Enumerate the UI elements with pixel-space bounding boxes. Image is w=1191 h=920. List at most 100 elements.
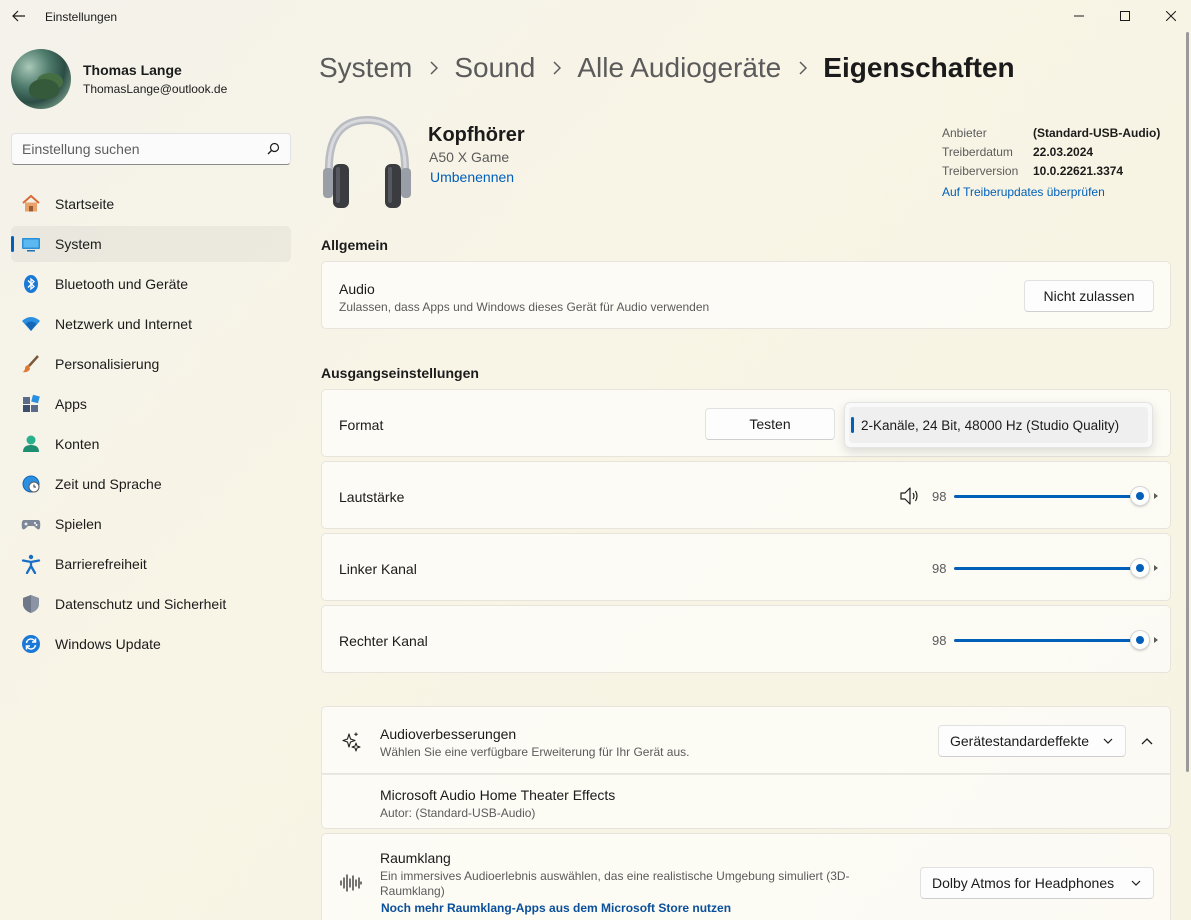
- enhancements-dropdown-value: Gerätestandardeffekte: [950, 733, 1090, 749]
- profile-name: Thomas Lange: [83, 62, 182, 78]
- driver-date-label: Treiberdatum: [942, 145, 1013, 159]
- sidebar-item-system[interactable]: System: [11, 226, 291, 262]
- volume-value: 98: [932, 489, 947, 504]
- chevron-down-icon: [1131, 880, 1141, 886]
- app-title: Einstellungen: [45, 10, 118, 24]
- format-dropdown-list: 2-Kanäle, 24 Bit, 48000 Hz (Studio Quali…: [844, 402, 1153, 448]
- left-channel-card: Linker Kanal 98: [321, 533, 1171, 601]
- section-general-title: Allgemein: [321, 237, 388, 253]
- page-title: Eigenschaften: [823, 52, 1015, 83]
- test-button[interactable]: Testen: [705, 408, 835, 440]
- sidebar-item-apps[interactable]: Apps: [11, 386, 291, 422]
- wifi-icon: [21, 314, 41, 334]
- sidebar-item-startseite[interactable]: Startseite: [11, 186, 291, 222]
- breadcrumb: System Sound Alle Audiogeräte Eigenschaf…: [319, 50, 1015, 86]
- sidebar-item-datenschutz[interactable]: Datenschutz und Sicherheit: [11, 586, 291, 622]
- globe-clock-icon: [21, 474, 41, 494]
- back-button[interactable]: [6, 4, 32, 28]
- maximize-icon: [1120, 11, 1130, 21]
- sidebar-item-konten[interactable]: Konten: [11, 426, 291, 462]
- rename-link[interactable]: Umbenennen: [430, 169, 514, 185]
- format-option-label: 2-Kanäle, 24 Bit, 48000 Hz (Studio Quali…: [861, 418, 1120, 433]
- slider-end-arrow-icon: [1154, 493, 1158, 499]
- spatial-subtitle-line2: Raumklang): [380, 884, 445, 898]
- spatial-dropdown[interactable]: Dolby Atmos for Headphones: [920, 867, 1154, 899]
- close-button[interactable]: [1148, 0, 1191, 32]
- slider-thumb[interactable]: [1130, 558, 1150, 578]
- chevron-right-icon: [799, 61, 808, 75]
- collapse-button[interactable]: [1134, 731, 1160, 751]
- speaker-icon[interactable]: [899, 486, 921, 506]
- breadcrumb-audio-devices[interactable]: Alle Audiogeräte: [577, 52, 781, 84]
- sidebar-item-spielen[interactable]: Spielen: [11, 506, 291, 542]
- chevron-right-icon: [553, 61, 562, 75]
- sidebar-item-label: Barrierefreiheit: [55, 556, 147, 572]
- driver-date-value: 22.03.2024: [1033, 145, 1094, 159]
- right-channel-label: Rechter Kanal: [339, 633, 428, 649]
- nav-list: Startseite System Bluetooth und Geräte N…: [11, 186, 291, 666]
- brush-icon: [21, 354, 41, 374]
- slider-thumb[interactable]: [1130, 630, 1150, 650]
- sidebar-item-barrierefreiheit[interactable]: Barrierefreiheit: [11, 546, 291, 582]
- section-output-title: Ausgangseinstellungen: [321, 365, 479, 381]
- enhancements-dropdown[interactable]: Gerätestandardeffekte: [938, 725, 1126, 757]
- slider-thumb[interactable]: [1130, 486, 1150, 506]
- format-label: Format: [339, 417, 384, 433]
- back-arrow-icon: [12, 10, 25, 22]
- sidebar-item-label: Konten: [55, 436, 100, 452]
- breadcrumb-sound[interactable]: Sound: [454, 52, 535, 84]
- search-icon[interactable]: [267, 142, 280, 155]
- system-icon: [21, 234, 41, 254]
- disallow-button[interactable]: Nicht zulassen: [1024, 280, 1154, 312]
- minimize-button[interactable]: [1056, 0, 1102, 32]
- breadcrumb-system[interactable]: System: [319, 52, 412, 84]
- effect-title: Microsoft Audio Home Theater Effects: [380, 787, 616, 803]
- sidebar-item-label: Apps: [55, 396, 87, 412]
- maximize-button[interactable]: [1102, 0, 1148, 32]
- sidebar-item-netzwerk[interactable]: Netzwerk und Internet: [11, 306, 291, 342]
- account-icon: [21, 434, 41, 454]
- enhancements-subtitle: Wählen Sie eine verfügbare Erweiterung f…: [380, 745, 690, 759]
- driver-info: Anbieter (Standard-USB-Audio) Treiberdatu…: [942, 126, 1161, 199]
- spatial-store-link[interactable]: Noch mehr Raumklang-Apps aus dem Microso…: [381, 901, 731, 915]
- audio-title: Audio: [339, 281, 375, 297]
- left-channel-slider[interactable]: [954, 558, 1158, 578]
- sidebar-item-windows-update[interactable]: Windows Update: [11, 626, 291, 662]
- title-bar: Einstellungen: [0, 0, 1191, 34]
- accessibility-icon: [21, 554, 41, 574]
- vendor-value: (Standard-USB-Audio): [1033, 126, 1161, 140]
- volume-slider[interactable]: [954, 486, 1158, 506]
- bluetooth-icon: [21, 274, 41, 294]
- sidebar-item-label: Startseite: [55, 196, 115, 212]
- volume-card: Lautstärke 98: [321, 461, 1171, 529]
- search-box: [11, 133, 291, 165]
- volume-label: Lautstärke: [339, 489, 405, 505]
- effect-card: Microsoft Audio Home Theater Effects Aut…: [321, 774, 1171, 829]
- right-channel-value: 98: [932, 633, 947, 648]
- effect-subtitle: Autor: (Standard-USB-Audio): [380, 806, 536, 820]
- audio-card: Audio Zulassen, dass Apps und Windows di…: [321, 261, 1171, 329]
- sidebar-item-bluetooth[interactable]: Bluetooth und Geräte: [11, 266, 291, 302]
- spatial-dropdown-value: Dolby Atmos for Headphones: [932, 875, 1115, 891]
- search-input[interactable]: [12, 134, 252, 164]
- user-profile[interactable]: Thomas Lange ThomasLange@outlook.de: [11, 49, 227, 109]
- chevron-up-icon: [1141, 738, 1153, 745]
- scrollbar-thumb[interactable]: [1186, 32, 1189, 772]
- sidebar-item-zeit-und-sprache[interactable]: Zeit und Sprache: [11, 466, 291, 502]
- device-name: Kopfhörer: [428, 124, 525, 146]
- slider-track-filled: [954, 567, 1140, 570]
- sidebar-item-personalisierung[interactable]: Personalisierung: [11, 346, 291, 382]
- spatial-title: Raumklang: [380, 850, 451, 866]
- sidebar-item-label: System: [55, 236, 102, 252]
- sidebar-item-label: Windows Update: [55, 636, 161, 652]
- driver-update-link[interactable]: Auf Treiberupdates überprüfen: [942, 185, 1105, 199]
- avatar: [11, 49, 71, 109]
- right-channel-slider[interactable]: [954, 630, 1158, 650]
- sidebar-item-label: Netzwerk und Internet: [55, 316, 192, 332]
- home-icon: [21, 194, 41, 214]
- sidebar: Thomas Lange ThomasLange@outlook.de Star…: [0, 34, 305, 920]
- soundwave-icon: [340, 874, 362, 892]
- sidebar-item-label: Bluetooth und Geräte: [55, 276, 189, 292]
- device-model: A50 X Game: [429, 149, 510, 165]
- close-icon: [1166, 11, 1176, 21]
